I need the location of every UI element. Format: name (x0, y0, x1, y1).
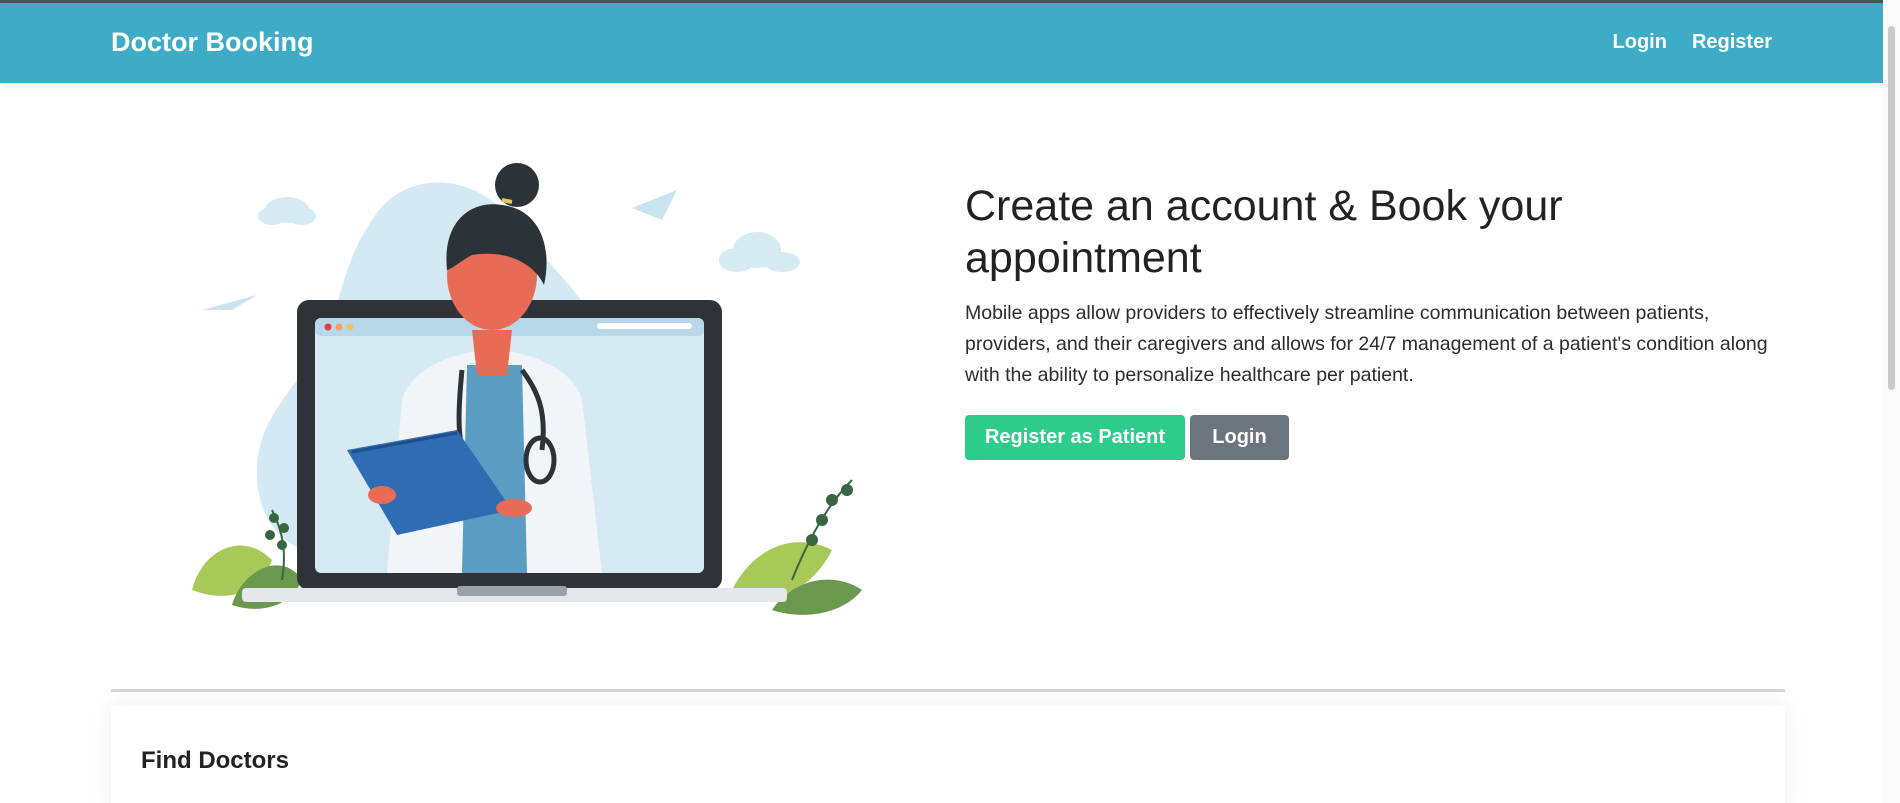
scrollbar-thumb[interactable] (1888, 26, 1895, 390)
paper-plane-icon (202, 295, 257, 310)
navbar: Doctor Booking Login Register (0, 3, 1900, 83)
paper-plane-icon (632, 190, 677, 220)
nav-register-link[interactable]: Register (1692, 31, 1772, 54)
find-doctors-card: Find Doctors (111, 705, 1785, 803)
hero-title: Create an account & Book your appointmen… (965, 182, 1563, 282)
hero-section: Create an account & Book your appointmen… (965, 180, 1785, 460)
cloud-icon (719, 232, 800, 272)
section-divider (111, 689, 1785, 692)
doctor-laptop-illustration (192, 163, 862, 615)
nav-links: Login Register (1613, 31, 1772, 54)
brand-logo[interactable]: Doctor Booking (111, 27, 314, 58)
login-button[interactable]: Login (1190, 415, 1289, 460)
hero-buttons: Register as Patient Login (965, 415, 1785, 460)
find-doctors-title: Find Doctors (141, 747, 289, 774)
nav-login-link[interactable]: Login (1613, 31, 1667, 54)
scrollbar-track[interactable] (1883, 0, 1900, 803)
hero-description: Mobile apps allow providers to effective… (965, 302, 1768, 386)
register-as-patient-button[interactable]: Register as Patient (965, 415, 1185, 460)
cloud-icon (258, 197, 316, 225)
